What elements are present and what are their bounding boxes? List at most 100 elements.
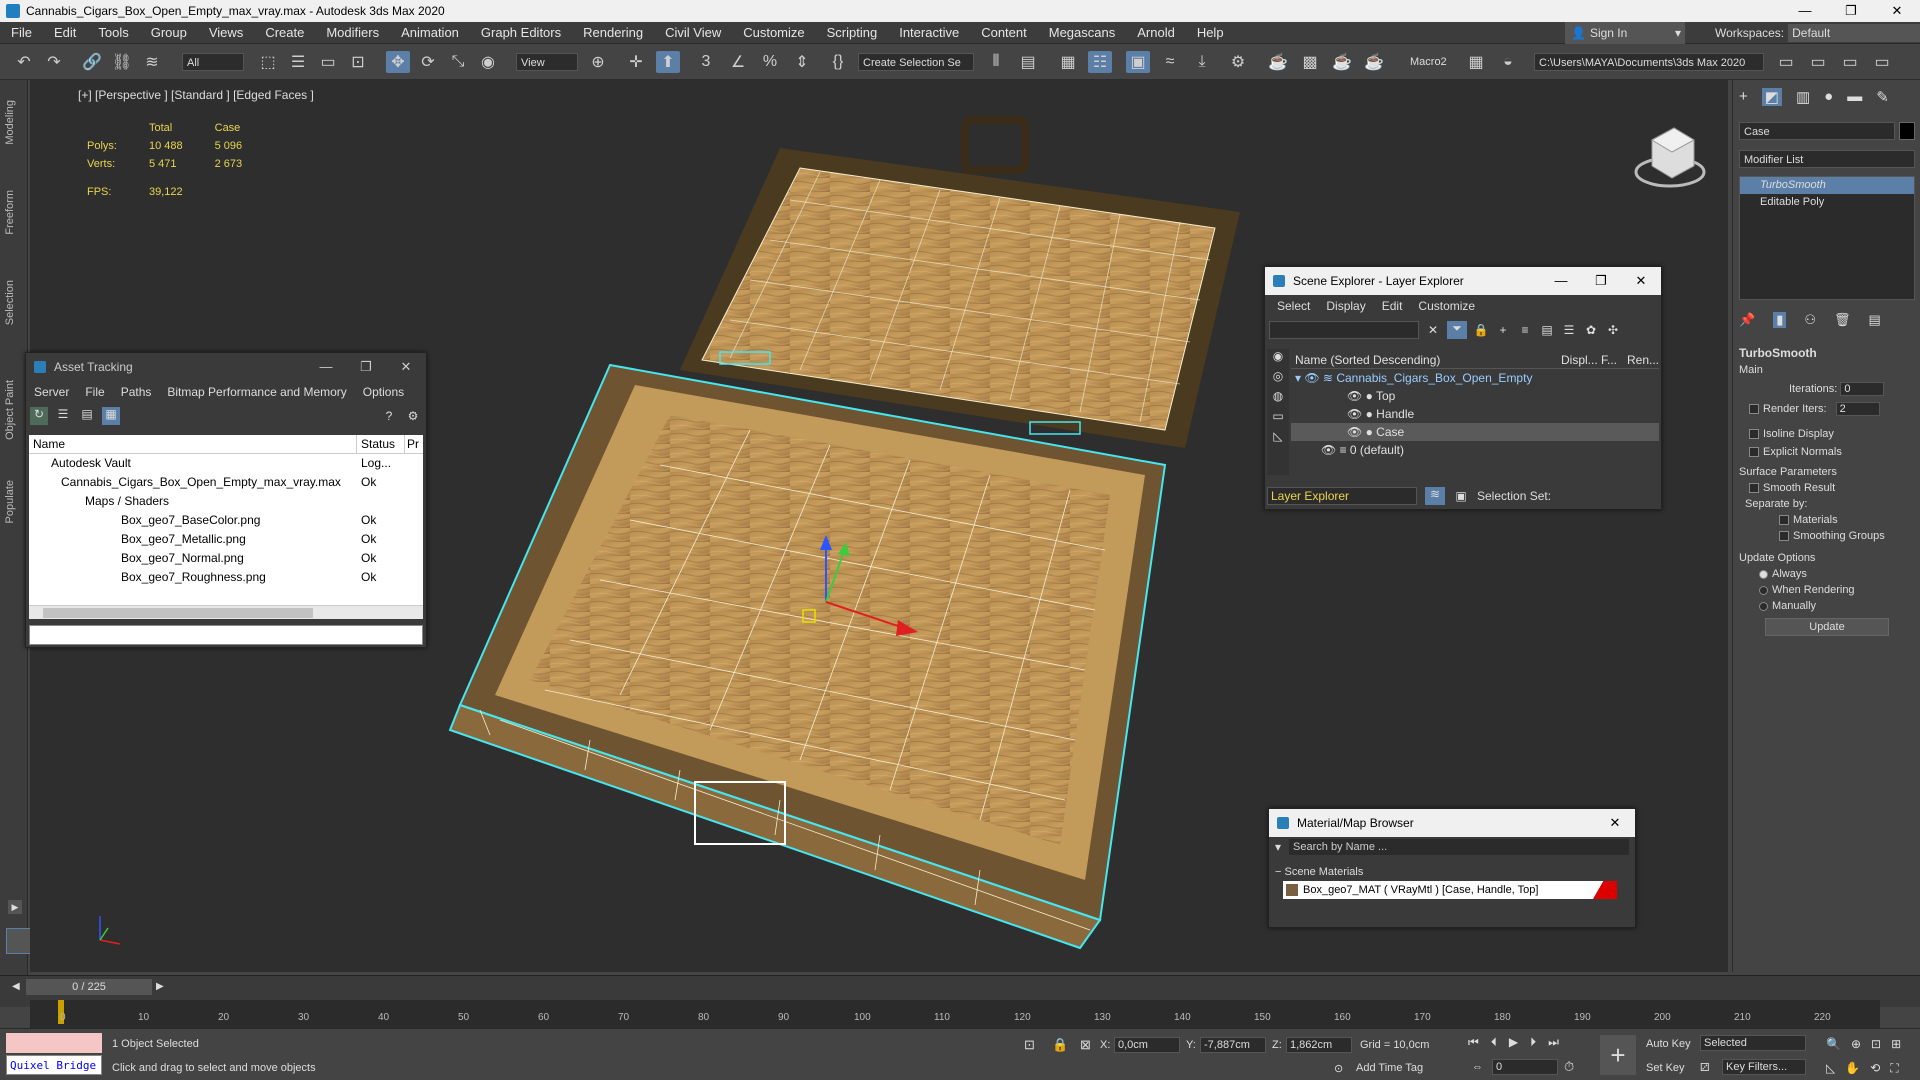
current-frame-field[interactable]: 0 xyxy=(1492,1059,1558,1075)
select-object-icon[interactable]: ⬚ xyxy=(256,51,280,73)
go-to-start-icon[interactable]: ⏮ xyxy=(1468,1035,1479,1050)
menu-group[interactable]: Group xyxy=(140,25,198,40)
menu-interactive[interactable]: Interactive xyxy=(888,25,970,40)
project-icon-1[interactable]: ▭ xyxy=(1774,51,1798,73)
orbit-icon[interactable]: ⟲ xyxy=(1870,1061,1880,1076)
prev-frame-icon[interactable]: ◀ xyxy=(12,981,20,992)
list-item[interactable]: Box_geo7_BaseColor.png Ok xyxy=(29,511,423,530)
minimize-button[interactable]: — xyxy=(1782,3,1828,19)
hierarchy-icon[interactable]: ▤ xyxy=(1539,323,1555,337)
pan-icon[interactable]: ✋ xyxy=(1845,1061,1860,1076)
redo-icon[interactable]: ↷ xyxy=(42,51,66,73)
toggle-layer-explorer-icon[interactable]: ☷ xyxy=(1088,51,1112,73)
menu-rendering[interactable]: Rendering xyxy=(572,25,654,40)
material-browser-titlebar[interactable]: Material/Map Browser ✕ xyxy=(1269,809,1635,837)
render-production-icon[interactable]: ☕ xyxy=(1330,51,1354,73)
menu-customize[interactable]: Customize xyxy=(732,25,815,40)
close-button[interactable]: ✕ xyxy=(386,359,426,375)
help-icon[interactable]: ? xyxy=(380,409,398,423)
sync-icon[interactable]: ✣ xyxy=(1605,323,1621,337)
se-menu-display[interactable]: Display xyxy=(1318,299,1373,313)
menu-modifiers[interactable]: Modifiers xyxy=(315,25,390,40)
menu-graph-editors[interactable]: Graph Editors xyxy=(470,25,572,40)
menu-content[interactable]: Content xyxy=(970,25,1038,40)
list-item[interactable]: Cannabis_Cigars_Box_Open_Empty_max_vray.… xyxy=(29,473,423,492)
smoothing-groups-checkbox[interactable] xyxy=(1779,531,1789,542)
curve-editor-icon[interactable]: ≈ xyxy=(1158,51,1182,73)
list-item[interactable]: Box_geo7_Metallic.png Ok xyxy=(29,530,423,549)
expand-ribbon-icon[interactable]: ▶ xyxy=(8,900,22,914)
tab-populate[interactable]: Populate xyxy=(4,480,16,523)
selection-set-icon[interactable]: ▣ xyxy=(1453,489,1469,503)
se-display-icon[interactable]: ◉ xyxy=(1267,349,1289,369)
key-set-dropdown[interactable]: Selected xyxy=(1700,1035,1806,1051)
isolate-selection-icon[interactable]: ⊡ xyxy=(1024,1037,1035,1053)
project-icon-3[interactable]: ▭ xyxy=(1838,51,1862,73)
previous-frame-icon[interactable]: ⏴ xyxy=(1491,1035,1497,1050)
explorer-type-dropdown[interactable]: Layer Explorer xyxy=(1267,487,1417,505)
explicit-normals-checkbox[interactable] xyxy=(1749,447,1759,458)
at-menu-paths[interactable]: Paths xyxy=(113,385,160,399)
render-setup-icon[interactable]: ☕ xyxy=(1266,51,1290,73)
highlight-icon[interactable]: ✿ xyxy=(1583,323,1599,337)
maximize-button[interactable]: ❐ xyxy=(1581,273,1621,289)
filter-icon[interactable]: ⏷ xyxy=(1447,321,1467,339)
tab-modeling[interactable]: Modeling xyxy=(4,100,16,145)
isoline-checkbox[interactable] xyxy=(1749,429,1759,440)
object-row[interactable]: 👁 ● Handle xyxy=(1291,405,1659,423)
list-item[interactable]: Box_geo7_Normal.png Ok xyxy=(29,549,423,568)
menu-edit[interactable]: Edit xyxy=(43,25,87,40)
select-manipulate-icon[interactable]: ✛ xyxy=(624,51,648,73)
rendered-frame-window-icon[interactable]: ▩ xyxy=(1298,51,1322,73)
close-button[interactable]: ✕ xyxy=(1874,3,1920,19)
modifier-list-dropdown[interactable]: Modifier List xyxy=(1739,150,1915,168)
refresh-icon[interactable]: ↻ xyxy=(30,407,48,425)
show-end-result-icon[interactable]: ▮ xyxy=(1773,312,1787,328)
scrollbar-thumb[interactable] xyxy=(43,608,313,618)
at-menu-file[interactable]: File xyxy=(77,385,112,399)
menu-scripting[interactable]: Scripting xyxy=(816,25,889,40)
tab-display-icon[interactable]: ▬ xyxy=(1847,88,1862,106)
at-menu-options[interactable]: Options xyxy=(355,385,412,399)
zoom-icon[interactable]: 🔍 xyxy=(1826,1037,1841,1051)
sign-in-button[interactable]: 👤 Sign In ▾ xyxy=(1565,22,1685,44)
time-config-icon[interactable]: ⏱ xyxy=(1564,1059,1574,1075)
select-rotate-icon[interactable]: ⟳ xyxy=(416,51,440,73)
bind-space-warp-icon[interactable]: ≋ xyxy=(140,51,164,73)
smooth-result-checkbox[interactable] xyxy=(1749,483,1759,494)
menu-animation[interactable]: Animation xyxy=(390,25,470,40)
stack-item-editable-poly[interactable]: Editable Poly xyxy=(1740,194,1914,211)
eye-icon[interactable]: 👁 ● xyxy=(1291,407,1373,421)
menu-create[interactable]: Create xyxy=(254,25,315,40)
manually-radio[interactable] xyxy=(1759,601,1768,611)
menu-civil-view[interactable]: Civil View xyxy=(654,25,732,40)
viewport-label[interactable]: [+] [Perspective ] [Standard ] [Edged Fa… xyxy=(78,88,314,102)
layer-mode-icon[interactable]: ≋ xyxy=(1425,487,1445,505)
menu-tools[interactable]: Tools xyxy=(87,25,139,40)
zoom-all-icon[interactable]: ⊕ xyxy=(1851,1037,1861,1051)
chevron-down-icon[interactable]: ▾ xyxy=(1275,840,1281,854)
render-iterative-icon[interactable]: ☕ xyxy=(1362,51,1386,73)
go-to-end-icon[interactable]: ⏭ xyxy=(1548,1035,1559,1050)
tab-selection[interactable]: Selection xyxy=(4,280,16,325)
col-name[interactable]: Name xyxy=(29,435,357,453)
layer-row[interactable]: 👁 ≡ 0 (default) xyxy=(1291,441,1659,459)
edit-named-selection-icon[interactable]: {} xyxy=(826,51,850,73)
placement-icon[interactable]: ◉ xyxy=(476,51,500,73)
tab-modify-icon[interactable]: ◩ xyxy=(1761,88,1782,106)
zoom-extents-icon[interactable]: ⊡ xyxy=(1871,1037,1881,1051)
at-menu-bitmap[interactable]: Bitmap Performance and Memory xyxy=(159,385,354,399)
time-slider-thumb[interactable]: 0 / 225 xyxy=(26,979,152,995)
tab-utilities-icon[interactable]: ✎ xyxy=(1876,88,1889,106)
material-item[interactable]: Box_geo7_MAT ( VRayMtl ) [Case, Handle, … xyxy=(1283,881,1617,899)
se-col-name[interactable]: Name (Sorted Descending) xyxy=(1291,351,1561,368)
col-status[interactable]: Status xyxy=(357,435,405,453)
select-move-icon[interactable]: ✥ xyxy=(386,51,410,73)
scene-explorer-titlebar[interactable]: Scene Explorer - Layer Explorer — ❐ ✕ xyxy=(1265,267,1661,295)
remove-modifier-icon[interactable]: 🗑 xyxy=(1834,312,1851,328)
menu-help[interactable]: Help xyxy=(1186,25,1235,40)
project-icon-4[interactable]: ▭ xyxy=(1870,51,1894,73)
select-by-name-icon[interactable]: ☰ xyxy=(286,51,310,73)
horizontal-scrollbar[interactable] xyxy=(29,605,423,619)
object-name-field[interactable]: Case xyxy=(1739,122,1895,140)
